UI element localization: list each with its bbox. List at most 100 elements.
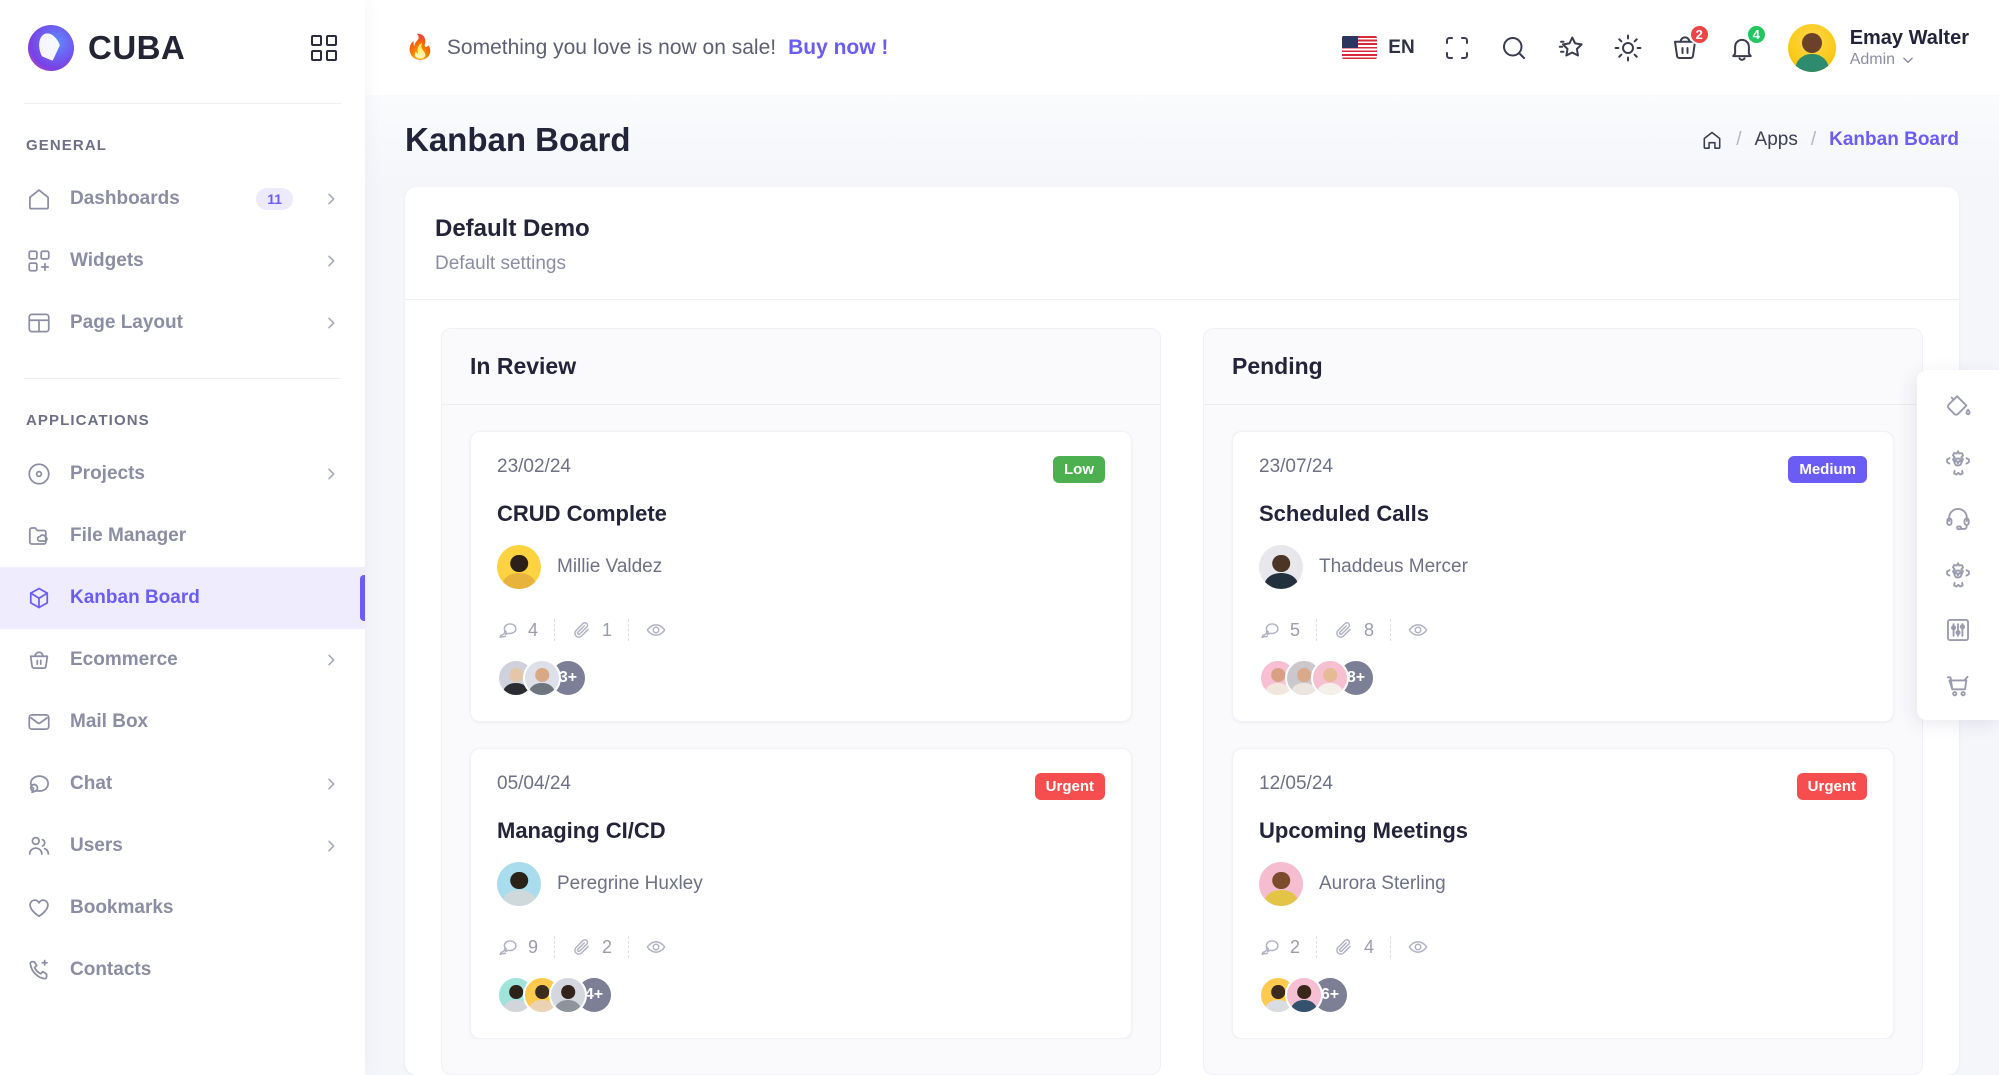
views-group[interactable]: [628, 936, 683, 958]
views-group[interactable]: [1390, 619, 1445, 641]
star-icon[interactable]: [1556, 33, 1586, 63]
sidebar-item-label: Page Layout: [70, 312, 183, 333]
user-menu[interactable]: Emay Walter Admin: [1787, 23, 1969, 72]
sliders-icon[interactable]: [1944, 616, 1972, 644]
views-group[interactable]: [628, 619, 683, 641]
language-selector[interactable]: EN: [1342, 36, 1415, 59]
card-title: Managing CI/CD: [497, 818, 666, 843]
sidebar-item-label: Bookmarks: [70, 897, 174, 918]
sidebar-section-general: GENERAL: [26, 137, 108, 154]
shopping-cart-icon[interactable]: [1944, 672, 1972, 700]
attachment-count: 1: [602, 619, 613, 640]
views-group[interactable]: [1390, 936, 1445, 958]
paperclip-icon: [1333, 936, 1355, 958]
breadcrumb-separator-1: /: [1736, 129, 1742, 150]
sidebar-item-label: Users: [70, 835, 123, 856]
comments-group[interactable]: 2: [1259, 936, 1316, 958]
chevron-right-icon: [323, 191, 339, 207]
attachment-count: 4: [1364, 936, 1375, 957]
settings-gear-icon[interactable]: [1944, 560, 1972, 588]
sidebar-item-users[interactable]: Users: [0, 815, 365, 877]
card-meta: 41: [497, 613, 1105, 641]
chevron-right-icon: [323, 776, 339, 792]
buy-now-link[interactable]: Buy now !: [788, 36, 888, 60]
card-date: 05/04/24: [497, 773, 571, 794]
board-column: In Review 23/02/24 Low CRUD Complete Millie …: [441, 328, 1161, 1075]
attachments-group[interactable]: 1: [554, 619, 628, 641]
basket-icon: [26, 647, 52, 673]
sidebar-item-mail-box[interactable]: Mail Box: [0, 691, 365, 753]
home-icon[interactable]: [1701, 129, 1723, 151]
chevron-down-icon: [1903, 57, 1913, 64]
comments-group[interactable]: 9: [497, 936, 554, 958]
sidebar-item-label: Mail Box: [70, 711, 149, 732]
assignee-name: Thaddeus Mercer: [1319, 556, 1468, 577]
member-avatar-stack: 4+: [497, 976, 1105, 1014]
sidebar-item-contacts[interactable]: Contacts: [0, 939, 365, 1001]
chevron-right-icon: [323, 466, 339, 482]
fire-icon: 🔥: [405, 34, 435, 61]
breadcrumb-apps[interactable]: Apps: [1755, 129, 1798, 151]
kanban-card[interactable]: 23/02/24 Low CRUD Complete Millie Valdez 4 1 3…: [470, 431, 1132, 722]
comment-count: 5: [1290, 619, 1301, 640]
bell-icon[interactable]: 4: [1727, 23, 1767, 63]
column-header: Pending: [1204, 329, 1922, 405]
comments-group[interactable]: 4: [497, 619, 554, 641]
panel-header: Default Demo Default settings: [405, 187, 1959, 300]
brand-header: CUBA: [0, 0, 365, 95]
sidebar-item-dashboards[interactable]: Dashboards 11: [0, 168, 365, 230]
sidebar-item-bookmarks[interactable]: Bookmarks: [0, 877, 365, 939]
avatar: [549, 976, 587, 1014]
sidebar-item-projects[interactable]: Projects: [0, 443, 365, 505]
sidebar-item-kanban-board[interactable]: Kanban Board: [0, 567, 365, 629]
comment-count: 2: [1290, 936, 1301, 957]
grid-toggle-icon[interactable]: [311, 34, 337, 61]
topbar: 🔥 Something you love is now on sale! Buy…: [365, 0, 1999, 95]
kanban-card[interactable]: 12/05/24 Urgent Upcoming Meetings Aurora St…: [1232, 748, 1894, 1039]
comments-group[interactable]: 5: [1259, 619, 1316, 641]
eye-icon: [645, 936, 667, 958]
card-title: CRUD Complete: [497, 501, 667, 526]
breadcrumb: / Apps / Kanban Board: [1701, 129, 1959, 151]
widgets-icon: [26, 248, 52, 274]
column-body: 23/07/24 Medium Scheduled Calls Thaddeus Me…: [1204, 405, 1922, 1039]
sun-icon[interactable]: [1613, 33, 1643, 63]
attachments-group[interactable]: 2: [554, 936, 628, 958]
card-meta: 92: [497, 930, 1105, 958]
attachments-group[interactable]: 4: [1316, 936, 1390, 958]
sidebar-item-page-layout[interactable]: Page Layout: [0, 292, 365, 354]
scan-icon[interactable]: [1442, 33, 1472, 63]
panel-title: Default Demo: [435, 215, 590, 242]
column-header: In Review: [442, 329, 1160, 405]
sidebar-item-chat[interactable]: Chat: [0, 753, 365, 815]
card-title: Upcoming Meetings: [1259, 818, 1469, 843]
board-column: Pending 23/07/24 Medium Scheduled Calls Thad…: [1203, 328, 1923, 1075]
sidebar-item-ecommerce[interactable]: Ecommerce: [0, 629, 365, 691]
chevron-right-icon: [323, 652, 339, 668]
promo-banner: 🔥 Something you love is now on sale! Buy…: [405, 33, 888, 62]
priority-badge: Urgent: [1034, 773, 1105, 800]
cart-icon[interactable]: 2: [1670, 23, 1710, 63]
attachment-count: 2: [602, 936, 613, 957]
sidebar-item-file-manager[interactable]: File Manager: [0, 505, 365, 567]
priority-badge: Urgent: [1796, 773, 1867, 800]
sidebar-item-widgets[interactable]: Widgets: [0, 230, 365, 292]
breadcrumb-current[interactable]: Kanban Board: [1829, 129, 1959, 151]
avatar: [497, 862, 541, 906]
attachments-group[interactable]: 8: [1316, 619, 1390, 641]
kanban-card[interactable]: 23/07/24 Medium Scheduled Calls Thaddeus Me…: [1232, 431, 1894, 722]
assignee-name: Aurora Sterling: [1319, 873, 1446, 894]
card-top-row: 05/04/24 Urgent: [497, 773, 1105, 800]
breadcrumb-separator-2: /: [1810, 129, 1817, 150]
kanban-card[interactable]: 05/04/24 Urgent Managing CI/CD Peregrine Hu…: [470, 748, 1132, 1039]
headset-icon[interactable]: [1944, 504, 1972, 532]
paint-bucket-icon[interactable]: [1944, 392, 1972, 420]
main-area: 🔥 Something you love is now on sale! Buy…: [365, 0, 1999, 1075]
page-title: Kanban Board: [405, 121, 631, 158]
card-meta: 58: [1259, 613, 1867, 641]
search-icon[interactable]: [1499, 33, 1529, 63]
gear-icon[interactable]: [1944, 448, 1972, 476]
board-wrapper: Default Demo Default settings In Review 2…: [365, 187, 1999, 1075]
eye-icon: [1407, 619, 1429, 641]
promo-text: Something you love is now on sale!: [446, 35, 777, 59]
